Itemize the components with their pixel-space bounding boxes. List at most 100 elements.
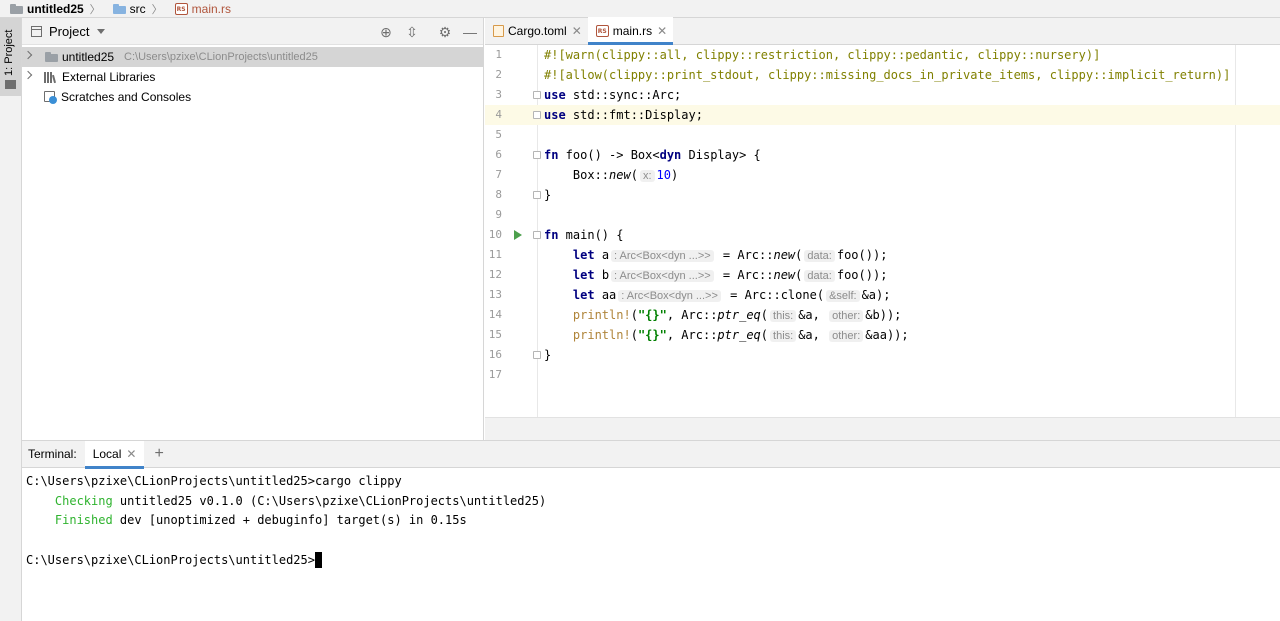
terminal-text: untitled25 v0.1.0 (C:\Users\pzixe\CLionP… (112, 493, 547, 508)
code-text: let a: Arc<Box<dyn ...>> = Arc::new(data… (544, 245, 887, 266)
code-fragment: &a, (798, 308, 820, 322)
horizontal-scrollbar[interactable] (485, 417, 1280, 440)
close-icon[interactable]: ✕ (126, 447, 136, 461)
macro-name: println! (572, 328, 631, 342)
terminal-prompt: C:\Users\pzixe\CLionProjects\untitled25> (26, 552, 315, 567)
left-tool-strip: 1: Project (0, 18, 22, 621)
terminal-output[interactable]: C:\Users\pzixe\CLionProjects\untitled25>… (22, 468, 1280, 570)
breadcrumb-file[interactable]: main.rs (163, 2, 231, 16)
chevron-down-icon[interactable] (97, 28, 106, 34)
number-literal: 10 (656, 168, 671, 182)
run-icon[interactable] (514, 230, 522, 240)
code-line: 15 println!("{}", Arc::ptr_eq(this: &a, o… (485, 325, 1280, 345)
chevron-right-icon[interactable] (23, 70, 33, 80)
code-text: let aa: Arc<Box<dyn ...>> = Arc::clone(&… (544, 285, 890, 306)
code-text: } (544, 348, 552, 362)
terminal-tab-bar: Terminal: Local ✕ + (22, 440, 1280, 469)
tab-label: main.rs (612, 23, 653, 38)
navigation-breadcrumb: untitled25 〉 src 〉 main.rs (0, 0, 1280, 18)
code-fragment: = Arc:: (715, 268, 774, 282)
folder-icon (5, 80, 16, 89)
chevron-right-icon[interactable] (23, 50, 33, 60)
folder-icon (10, 3, 23, 14)
line-number: 9 (495, 208, 502, 221)
fold-icon[interactable] (533, 351, 541, 359)
code-text: fn foo() -> Box<dyn Display> { (544, 145, 761, 165)
breadcrumb-project[interactable]: untitled25 〉 (0, 1, 101, 17)
terminal-text: dev [unoptimized + debuginfo] target(s) … (112, 513, 467, 528)
keyword: use (544, 88, 566, 102)
tree-item-untitled25[interactable]: untitled25 C:\Users\pzixe\CLionProjects\… (22, 47, 483, 67)
line-number: 7 (495, 168, 502, 181)
fold-icon[interactable] (533, 111, 541, 119)
code-line: 2 #![allow(clippy::print_stdout, clippy:… (485, 65, 1280, 85)
library-icon (44, 71, 58, 83)
line-number: 3 (495, 88, 502, 101)
tab-main-rs[interactable]: main.rs ✕ (587, 17, 674, 45)
rust-file-icon (174, 2, 188, 15)
tab-cargo-toml[interactable]: Cargo.toml ✕ (485, 17, 588, 44)
code-line: 12 let b: Arc<Box<dyn ...>> = Arc::new(d… (485, 265, 1280, 285)
code-fragment: new (773, 268, 796, 282)
project-view-selector[interactable]: Project (49, 24, 89, 39)
fold-icon[interactable] (533, 231, 541, 239)
fold-icon[interactable] (533, 191, 541, 199)
breadcrumb-folder[interactable]: src 〉 (101, 1, 163, 17)
code-line-current: 4 use std::fmt::Display; (485, 105, 1280, 125)
minimize-icon[interactable]: — (462, 24, 478, 40)
code-fragment: &b)); (865, 308, 902, 322)
tab-label: Local (92, 447, 122, 461)
code-text: Box::new(x: 10) (544, 165, 678, 186)
tree-item-external-libraries[interactable]: External Libraries (22, 67, 483, 87)
collapse-all-icon[interactable]: ⇳ (404, 24, 420, 40)
rust-file-icon (595, 24, 609, 37)
code-fragment: ptr_eq (717, 308, 761, 322)
line-number: 12 (488, 268, 502, 281)
code-text: use std::fmt::Display; (544, 105, 703, 125)
status-word: Checking (54, 493, 113, 508)
code-fragment: ptr_eq (717, 328, 761, 342)
line-number: 17 (488, 368, 502, 381)
close-icon[interactable]: ✕ (572, 24, 582, 38)
parameter-hint: other: (829, 310, 864, 322)
tree-item-label: untitled25 (62, 50, 115, 64)
terminal-panel: Terminal: Local ✕ + C:\Users\pzixe\CLion… (22, 440, 1280, 621)
project-tool-tab[interactable]: 1: Project (0, 18, 21, 96)
code-line: 5 (485, 125, 1280, 145)
code-fragment: clone( (780, 288, 825, 302)
code-line: 10 fn main() { (485, 225, 1280, 245)
code-fragment: foo()); (836, 268, 888, 282)
folder-icon (112, 3, 126, 14)
code-line: 16 } (485, 345, 1280, 365)
parameter-hint: other: (829, 330, 864, 342)
code-fragment: Display> { (681, 148, 761, 162)
line-number: 2 (495, 68, 502, 81)
tree-item-scratches[interactable]: Scratches and Consoles (22, 87, 483, 107)
locate-target-icon[interactable]: ⊕ (378, 24, 394, 40)
code-editor[interactable]: 1 #![warn(clippy::all, clippy::restricti… (485, 45, 1280, 417)
close-icon[interactable]: ✕ (657, 24, 667, 38)
line-number: 13 (488, 288, 502, 301)
parameter-hint: this: (770, 330, 797, 342)
keyword: let (572, 288, 595, 302)
gear-icon[interactable]: ⚙ (437, 24, 453, 40)
project-panel: Project ⊕ ⇳ ⚙ — untitled25 C:\Users\pzix… (22, 18, 484, 440)
new-terminal-plus-icon[interactable]: + (154, 445, 163, 463)
project-tool-tab-label: 1: Project (3, 29, 15, 76)
terminal-prompt-line: C:\Users\pzixe\CLionProjects\untitled25> (26, 551, 1280, 571)
line-number: 5 (495, 128, 502, 141)
tab-local[interactable]: Local ✕ (84, 440, 145, 469)
fold-icon[interactable] (533, 151, 541, 159)
toml-file-icon (493, 24, 504, 37)
project-window-icon (31, 25, 42, 37)
code-text: println!("{}", Arc::ptr_eq(this: &a, othe… (544, 305, 901, 326)
code-line: 8 } (485, 185, 1280, 205)
terminal-label: Terminal: (28, 447, 77, 461)
fold-icon[interactable] (533, 91, 541, 99)
keyword: let (572, 268, 595, 282)
line-number: 1 (495, 48, 502, 61)
code-fragment: , Arc:: (666, 308, 718, 322)
tree-item-label: External Libraries (62, 70, 156, 84)
text-cursor (314, 552, 322, 569)
